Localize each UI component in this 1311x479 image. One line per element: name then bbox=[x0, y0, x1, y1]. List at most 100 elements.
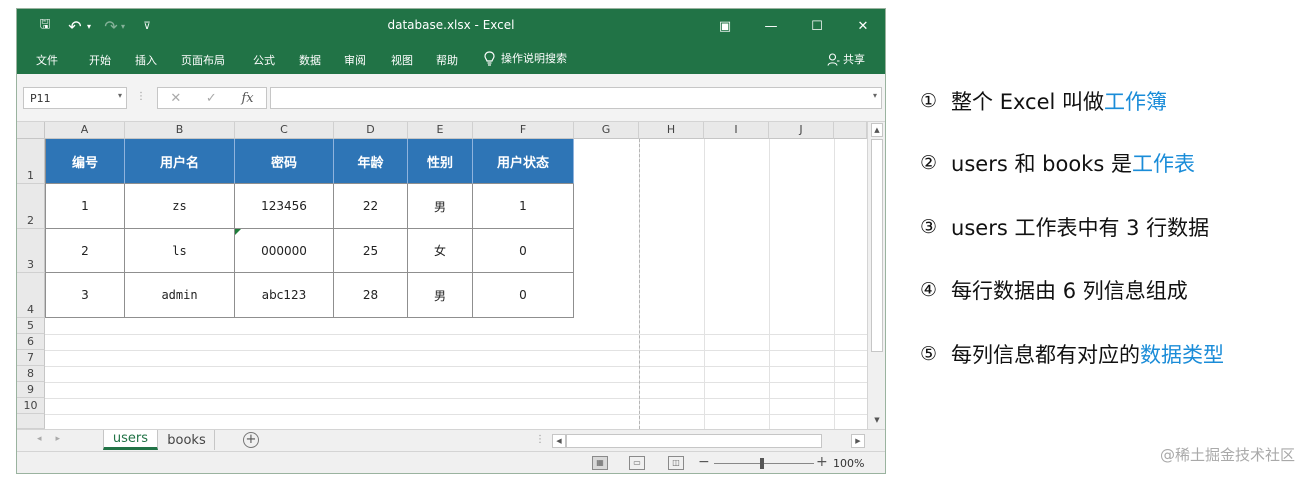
scroll-down-icon[interactable]: ▼ bbox=[871, 414, 883, 428]
table-cell[interactable]: 女 bbox=[408, 229, 473, 273]
select-all-corner[interactable] bbox=[17, 122, 45, 139]
row-header[interactable]: 3 bbox=[17, 229, 45, 273]
table-cell[interactable]: 2 bbox=[46, 229, 125, 273]
tab-insert[interactable]: 插入 bbox=[135, 52, 157, 68]
tab-page-layout[interactable]: 页面布局 bbox=[181, 52, 225, 68]
zoom-slider-thumb[interactable] bbox=[760, 458, 764, 469]
formula-input[interactable]: ▾ bbox=[270, 87, 882, 109]
tab-file[interactable]: 文件 bbox=[36, 52, 58, 68]
row-header[interactable]: 1 bbox=[17, 139, 45, 184]
table-cell[interactable]: 25 bbox=[334, 229, 408, 273]
close-button[interactable]: ✕ bbox=[843, 14, 883, 38]
header-cell-age[interactable]: 年龄 bbox=[334, 139, 408, 184]
zoom-in-button[interactable]: + bbox=[816, 454, 828, 470]
share-button[interactable]: 共享 bbox=[827, 51, 865, 67]
header-cell-status[interactable]: 用户状态 bbox=[473, 139, 574, 184]
chevron-down-icon[interactable]: ▾ bbox=[118, 91, 122, 100]
column-header[interactable]: G bbox=[574, 122, 639, 139]
table-cell[interactable]: 0 bbox=[473, 229, 574, 273]
ribbon-tabs: 文件 开始 插入 页面布局 公式 数据 审阅 视图 帮助 操作说明搜索 共享 bbox=[17, 44, 885, 74]
tab-home[interactable]: 开始 bbox=[89, 52, 111, 68]
header-cell-password[interactable]: 密码 bbox=[235, 139, 334, 184]
horizontal-scrollbar[interactable] bbox=[566, 434, 822, 448]
column-header-partial[interactable] bbox=[834, 122, 867, 139]
row-header[interactable]: 10 bbox=[17, 398, 45, 414]
expand-formula-icon[interactable]: ▾ bbox=[873, 91, 877, 100]
table-cell[interactable]: 男 bbox=[408, 184, 473, 229]
table-cell[interactable]: 123456 bbox=[235, 184, 334, 229]
name-box[interactable]: P11 ▾ bbox=[23, 87, 127, 109]
row-header[interactable]: 6 bbox=[17, 334, 45, 350]
page-layout-view-icon[interactable]: ▭ bbox=[629, 456, 645, 470]
row-header-partial[interactable] bbox=[17, 414, 45, 429]
page-break-preview-icon[interactable]: ◫ bbox=[668, 456, 684, 470]
enter-icon[interactable]: ✓ bbox=[206, 91, 217, 106]
scroll-left-icon[interactable]: ◀ bbox=[552, 434, 566, 448]
excel-window: 🖫 ↶ ▾ ↷ ▾ ⊽ database.xlsx - Excel ▣ — ☐ … bbox=[16, 8, 886, 474]
tab-splitter-grip[interactable]: ⋮ bbox=[535, 434, 545, 445]
table-cell[interactable]: zs bbox=[125, 184, 235, 229]
column-header[interactable]: D bbox=[334, 122, 408, 139]
tab-data[interactable]: 数据 bbox=[299, 52, 321, 68]
tab-view[interactable]: 视图 bbox=[391, 52, 413, 68]
gridline bbox=[769, 139, 770, 429]
worksheet-grid[interactable]: A B C D E F G H I J 1 2 3 4 5 6 7 8 9 10 bbox=[17, 122, 867, 429]
row-header[interactable]: 8 bbox=[17, 366, 45, 382]
table-cell[interactable]: 男 bbox=[408, 273, 473, 318]
column-header[interactable]: F bbox=[473, 122, 574, 139]
annotation-item: ⑤ 每列信息都有对应的 数据类型 bbox=[920, 339, 1224, 369]
cancel-icon[interactable]: ✕ bbox=[170, 91, 181, 106]
row-header[interactable]: 5 bbox=[17, 318, 45, 334]
header-cell-username[interactable]: 用户名 bbox=[125, 139, 235, 184]
header-cell-id[interactable]: 编号 bbox=[46, 139, 125, 184]
annotation-highlight: 工作簿 bbox=[1104, 90, 1168, 114]
table-cell[interactable]: admin bbox=[125, 273, 235, 318]
row-header[interactable]: 7 bbox=[17, 350, 45, 366]
column-header[interactable]: H bbox=[639, 122, 704, 139]
table-cell[interactable]: abc123 bbox=[235, 273, 334, 318]
column-header[interactable]: B bbox=[125, 122, 235, 139]
add-sheet-button[interactable]: + bbox=[243, 432, 259, 448]
maximize-button[interactable]: ☐ bbox=[797, 14, 837, 38]
formula-bar-grip[interactable]: ⋮ bbox=[136, 91, 146, 102]
row-header[interactable]: 2 bbox=[17, 184, 45, 229]
table-cell[interactable]: 22 bbox=[334, 184, 408, 229]
sheet-nav-arrows-icon[interactable]: ◂▸ bbox=[37, 434, 74, 444]
tab-formulas[interactable]: 公式 bbox=[253, 52, 275, 68]
scroll-up-icon[interactable]: ▲ bbox=[871, 123, 883, 137]
zoom-out-button[interactable]: − bbox=[698, 454, 710, 470]
zoom-level[interactable]: 100% bbox=[833, 457, 864, 470]
sheet-tab-books[interactable]: books bbox=[159, 430, 215, 450]
column-header[interactable]: J bbox=[769, 122, 834, 139]
table-cell[interactable]: 1 bbox=[46, 184, 125, 229]
table-cell[interactable]: 000000 bbox=[235, 229, 334, 273]
table-cell[interactable]: ls bbox=[125, 229, 235, 273]
row-header[interactable]: 9 bbox=[17, 382, 45, 398]
sheet-tab-users[interactable]: users bbox=[103, 430, 158, 450]
header-cell-gender[interactable]: 性别 bbox=[408, 139, 473, 184]
row-header[interactable]: 4 bbox=[17, 273, 45, 318]
minimize-button[interactable]: — bbox=[751, 14, 791, 38]
column-header[interactable]: A bbox=[45, 122, 125, 139]
column-header[interactable]: E bbox=[408, 122, 473, 139]
normal-view-icon[interactable]: ▦ bbox=[592, 456, 608, 470]
person-icon bbox=[827, 52, 840, 66]
ribbon-display-options-icon[interactable]: ▣ bbox=[705, 14, 745, 38]
tab-review[interactable]: 审阅 bbox=[344, 52, 366, 68]
vertical-scrollbar[interactable]: ▲ ▼ bbox=[867, 122, 885, 429]
tab-help[interactable]: 帮助 bbox=[436, 52, 458, 68]
insert-function-icon[interactable]: fx bbox=[241, 91, 253, 106]
tell-me-search[interactable]: 操作说明搜索 bbox=[484, 50, 567, 66]
status-bar: ▦ ▭ ◫ − + 100% bbox=[17, 451, 885, 473]
scroll-right-icon[interactable]: ▶ bbox=[851, 434, 865, 448]
table-cell[interactable]: 3 bbox=[46, 273, 125, 318]
zoom-slider[interactable] bbox=[714, 463, 814, 464]
table-cell[interactable]: 1 bbox=[473, 184, 574, 229]
column-header[interactable]: I bbox=[704, 122, 769, 139]
table-cell[interactable]: 0 bbox=[473, 273, 574, 318]
table-cell[interactable]: 28 bbox=[334, 273, 408, 318]
scroll-thumb[interactable] bbox=[871, 139, 883, 352]
text-number-indicator bbox=[235, 229, 241, 235]
column-header[interactable]: C bbox=[235, 122, 334, 139]
annotation-number: ④ bbox=[920, 279, 938, 301]
